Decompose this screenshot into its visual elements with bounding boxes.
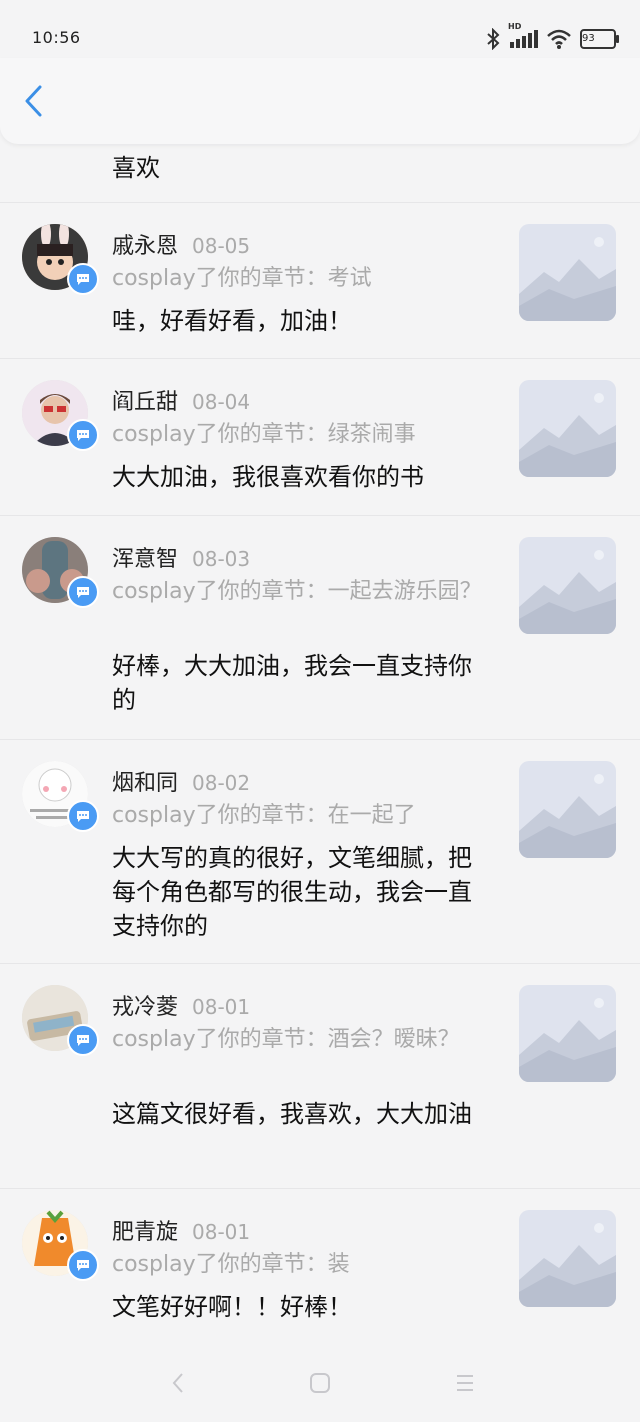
comment-text: 好棒，大大加油，我会一直支持你的 bbox=[112, 652, 472, 714]
list-item[interactable]: 阎丘甜 08-04 cosplay了你的章节：绿茶闹事 大大加油，我很喜欢看你的书 bbox=[0, 358, 640, 516]
user-name-text: 浑意智 bbox=[112, 547, 179, 572]
back-button[interactable] bbox=[22, 84, 46, 118]
comment-date: 08-05 bbox=[192, 234, 251, 258]
status-time: 10:56 bbox=[32, 28, 81, 47]
comment-badge-icon bbox=[67, 576, 99, 608]
list-item[interactable]: 浑意智 08-03 cosplay了你的章节：一起去游乐园？ 好棒，大大加油，我会… bbox=[0, 515, 640, 740]
list-item[interactable]: 戎冷菱 08-01 cosplay了你的章节：酒会？暧昧？ 这篇文很好看，我喜欢，… bbox=[0, 963, 640, 1189]
user-name[interactable]: 烟和同 08-02 bbox=[112, 765, 250, 797]
nav-menu-button[interactable] bbox=[445, 1368, 485, 1398]
user-name[interactable]: 阎丘甜 08-04 bbox=[112, 384, 250, 416]
chapter-thumbnail[interactable] bbox=[519, 985, 616, 1082]
comment-text: 大大加油，我很喜欢看你的书 bbox=[112, 463, 424, 491]
comment-date: 08-04 bbox=[192, 390, 251, 414]
chapter-info: cosplay了你的章节：在一起了 bbox=[112, 803, 416, 828]
comment-badge-icon bbox=[67, 1249, 99, 1281]
comment-text: 大大写的真的很好，文笔细腻，把每个角色都写的很生动，我会一直支持你的 bbox=[112, 844, 472, 940]
chapter-info: cosplay了你的章节：装 bbox=[112, 1252, 350, 1277]
comment-text: 文笔好好啊！！好棒！ bbox=[112, 1293, 352, 1321]
nav-home-button[interactable] bbox=[300, 1368, 340, 1398]
comment-text: 喜欢 bbox=[112, 154, 160, 182]
user-name-text: 戚永恩 bbox=[112, 234, 179, 259]
user-name-text: 肥青旋 bbox=[112, 1220, 179, 1245]
nav-menu-icon bbox=[457, 1375, 473, 1391]
chevron-left-icon bbox=[25, 85, 42, 117]
chapter-thumbnail[interactable] bbox=[519, 1210, 616, 1307]
battery-level: 93 bbox=[582, 33, 595, 44]
comment-badge-icon bbox=[67, 1024, 99, 1056]
chapter-info: cosplay了你的章节：酒会？暧昧？ bbox=[112, 1027, 460, 1052]
battery-icon: 93 bbox=[580, 29, 619, 49]
wifi-icon bbox=[546, 28, 572, 50]
chapter-thumbnail[interactable] bbox=[519, 380, 616, 477]
nav-back-icon bbox=[172, 1373, 183, 1393]
comment-date: 08-03 bbox=[192, 547, 251, 571]
top-header bbox=[0, 58, 640, 144]
comment-badge-icon bbox=[67, 263, 99, 295]
user-name[interactable]: 戎冷菱 08-01 bbox=[112, 989, 250, 1021]
bluetooth-icon bbox=[486, 28, 500, 50]
list-item[interactable]: 肥青旋 08-01 cosplay了你的章节：装 文笔好好啊！！好棒！ bbox=[0, 1188, 640, 1343]
nav-back-button[interactable] bbox=[160, 1368, 200, 1398]
user-name[interactable]: 浑意智 08-03 bbox=[112, 541, 250, 573]
comment-text: 哇，好看好看，加油！ bbox=[112, 307, 352, 335]
list-item-partial[interactable]: 喜欢 bbox=[0, 144, 640, 203]
comment-text: 这篇文很好看，我喜欢，大大加油 bbox=[112, 1100, 472, 1128]
user-name-text: 戎冷菱 bbox=[112, 995, 179, 1020]
chapter-info: cosplay了你的章节：绿茶闹事 bbox=[112, 422, 416, 447]
chapter-info: cosplay了你的章节：一起去游乐园？ bbox=[112, 579, 482, 604]
comment-date: 08-02 bbox=[192, 771, 251, 795]
nav-home-icon bbox=[310, 1373, 330, 1393]
comment-date: 08-01 bbox=[192, 995, 251, 1019]
chapter-info: cosplay了你的章节：考试 bbox=[112, 266, 372, 291]
user-name[interactable]: 戚永恩 08-05 bbox=[112, 228, 250, 260]
chapter-thumbnail[interactable] bbox=[519, 537, 616, 634]
signal-icon: HD bbox=[508, 22, 538, 50]
comment-badge-icon bbox=[67, 800, 99, 832]
chapter-thumbnail[interactable] bbox=[519, 224, 616, 321]
comment-badge-icon bbox=[67, 419, 99, 451]
comment-date: 08-01 bbox=[192, 1220, 251, 1244]
list-item[interactable]: 烟和同 08-02 cosplay了你的章节：在一起了 大大写的真的很好，文笔细腻… bbox=[0, 739, 640, 964]
user-name-text: 阎丘甜 bbox=[112, 390, 179, 415]
network-label: HD bbox=[508, 22, 522, 31]
user-name-text: 烟和同 bbox=[112, 771, 179, 796]
system-nav-bar bbox=[0, 1342, 640, 1422]
list-item[interactable]: 戚永恩 08-05 cosplay了你的章节：考试 哇，好看好看，加油！ bbox=[0, 202, 640, 359]
user-name[interactable]: 肥青旋 08-01 bbox=[112, 1214, 250, 1246]
chapter-thumbnail[interactable] bbox=[519, 761, 616, 858]
